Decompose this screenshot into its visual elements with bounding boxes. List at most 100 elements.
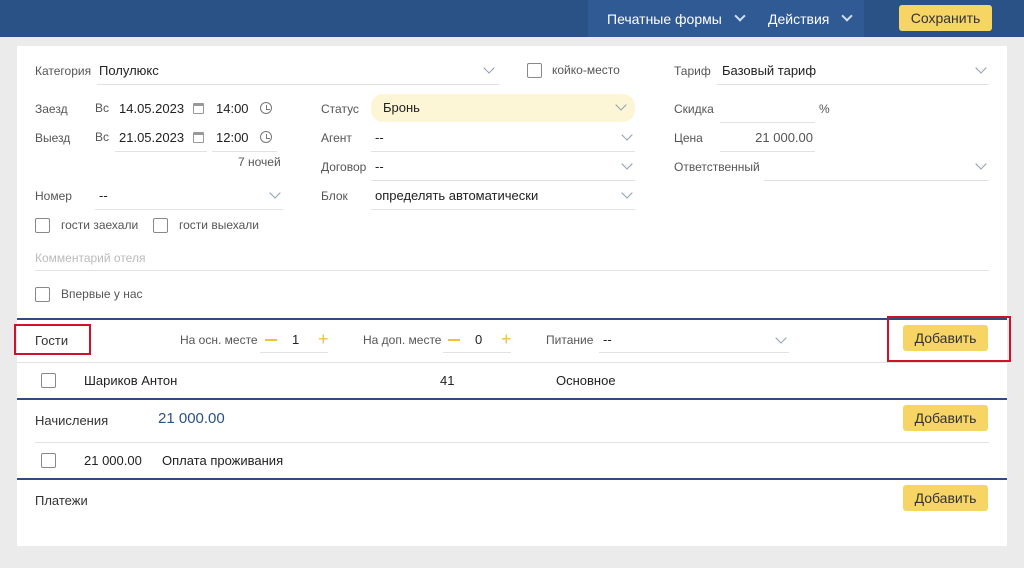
status-value: Бронь (383, 100, 420, 115)
add-payment-button[interactable]: Добавить (903, 485, 988, 511)
chevron-down-icon (621, 158, 633, 170)
responsible-label: Ответственный (674, 160, 760, 174)
payments-title: Платежи (35, 493, 88, 508)
section-divider (17, 318, 1007, 320)
highlight-box (14, 324, 91, 355)
actions-menu[interactable]: Действия (768, 0, 854, 37)
price-label: Цена (674, 131, 703, 145)
guest-room-number: 41 (440, 373, 455, 388)
tariff-select[interactable]: Базовый тариф (717, 58, 989, 84)
block-value: определять автоматически (375, 188, 539, 203)
block-label: Блок (321, 189, 348, 203)
chevron-down-icon (975, 158, 987, 170)
checkout-weekday: Вс (95, 130, 110, 144)
divider (371, 180, 635, 181)
room-value: -- (99, 188, 108, 203)
first-time-checkbox[interactable] (35, 287, 50, 302)
divider (212, 151, 277, 152)
checkout-time-input[interactable]: 12:00 (212, 125, 277, 151)
status-label: Статус (321, 102, 359, 116)
meals-select[interactable]: -- (599, 327, 789, 353)
guests-checked-in-label: гости заехали (61, 218, 139, 232)
chevron-down-icon (734, 10, 746, 22)
charges-title: Начисления (35, 413, 109, 428)
checkin-date: 14.05.2023 (119, 101, 185, 116)
charge-description: Оплата проживания (162, 453, 284, 468)
status-select[interactable]: Бронь (371, 94, 635, 122)
tariff-label: Тариф (674, 64, 711, 78)
agent-label: Агент (321, 131, 352, 145)
chevron-down-icon (841, 10, 854, 22)
plus-icon[interactable]: + (501, 330, 512, 348)
minus-icon[interactable] (448, 339, 460, 341)
checkin-date-input[interactable]: 14.05.2023 (115, 96, 207, 122)
divider (35, 442, 989, 443)
main-place-label: На осн. месте (180, 333, 258, 347)
print-forms-label: Печатные формы (607, 10, 722, 27)
divider (95, 209, 283, 210)
chevron-down-icon (775, 332, 787, 344)
plus-icon[interactable]: + (318, 330, 329, 348)
nights-count: 7 ночей (238, 155, 281, 169)
divider (443, 352, 511, 353)
checkout-time: 12:00 (216, 130, 249, 145)
bed-place-checkbox[interactable] (527, 63, 542, 78)
block-select[interactable]: определять автоматически (371, 183, 635, 209)
checkin-weekday: Вс (95, 101, 110, 115)
table-row[interactable]: Шариков Антон 41 Основное (17, 364, 1007, 398)
responsible-select[interactable] (764, 154, 989, 180)
guests-checked-out-label: гости выехали (179, 218, 259, 232)
price-input[interactable]: 21 000.00 (720, 125, 815, 151)
calendar-icon[interactable] (193, 103, 204, 114)
chevron-down-icon (621, 129, 633, 141)
checkout-date: 21.05.2023 (119, 130, 185, 145)
agent-value: -- (375, 130, 384, 145)
meals-value: -- (603, 332, 612, 347)
first-time-label: Впервые у нас (61, 287, 143, 301)
table-row[interactable]: 21 000.00 Оплата проживания (17, 444, 1007, 478)
top-bar: Печатные формы Действия Сохранить (0, 0, 1024, 37)
guests-checked-out-checkbox[interactable] (153, 218, 168, 233)
agent-select[interactable]: -- (371, 125, 635, 151)
chevron-down-icon (975, 62, 987, 74)
divider (35, 270, 989, 271)
actions-label: Действия (768, 10, 830, 27)
discount-input[interactable] (720, 96, 815, 122)
meals-label: Питание (546, 333, 594, 347)
room-select[interactable]: -- (95, 183, 283, 209)
save-button[interactable]: Сохранить (899, 5, 992, 31)
category-value: Полулюкс (99, 63, 159, 78)
calendar-icon[interactable] (193, 132, 204, 143)
divider (17, 362, 1007, 363)
guests-checked-in-checkbox[interactable] (35, 218, 50, 233)
charge-row-checkbox[interactable] (41, 453, 56, 468)
checkin-time-input[interactable]: 14:00 (212, 96, 277, 122)
divider (720, 122, 815, 123)
contract-select[interactable]: -- (371, 154, 635, 180)
charges-total: 21 000.00 (158, 410, 225, 427)
add-charge-button[interactable]: Добавить (903, 405, 988, 431)
checkout-date-input[interactable]: 21.05.2023 (115, 125, 207, 151)
divider (371, 209, 635, 210)
extra-place-value: 0 (475, 332, 483, 347)
guest-row-checkbox[interactable] (41, 373, 56, 388)
room-label: Номер (35, 189, 72, 203)
chevron-down-icon (483, 62, 495, 74)
contract-label: Договор (321, 160, 367, 174)
charge-amount: 21 000.00 (84, 453, 142, 468)
category-label: Категория (35, 64, 92, 78)
clock-icon[interactable] (260, 102, 272, 114)
section-divider (17, 398, 1007, 400)
checkin-label: Заезд (35, 102, 68, 116)
clock-icon[interactable] (260, 131, 272, 143)
tariff-value: Базовый тариф (722, 63, 817, 78)
category-select[interactable]: Полулюкс (97, 58, 499, 84)
divider (115, 151, 207, 152)
divider (371, 151, 635, 152)
guest-place: Основное (556, 373, 616, 388)
divider (717, 84, 989, 85)
minus-icon[interactable] (265, 339, 277, 341)
print-forms-menu[interactable]: Печатные формы (607, 0, 746, 37)
discount-unit: % (819, 102, 830, 116)
hotel-comment-input[interactable]: Комментарий отеля (35, 251, 989, 271)
